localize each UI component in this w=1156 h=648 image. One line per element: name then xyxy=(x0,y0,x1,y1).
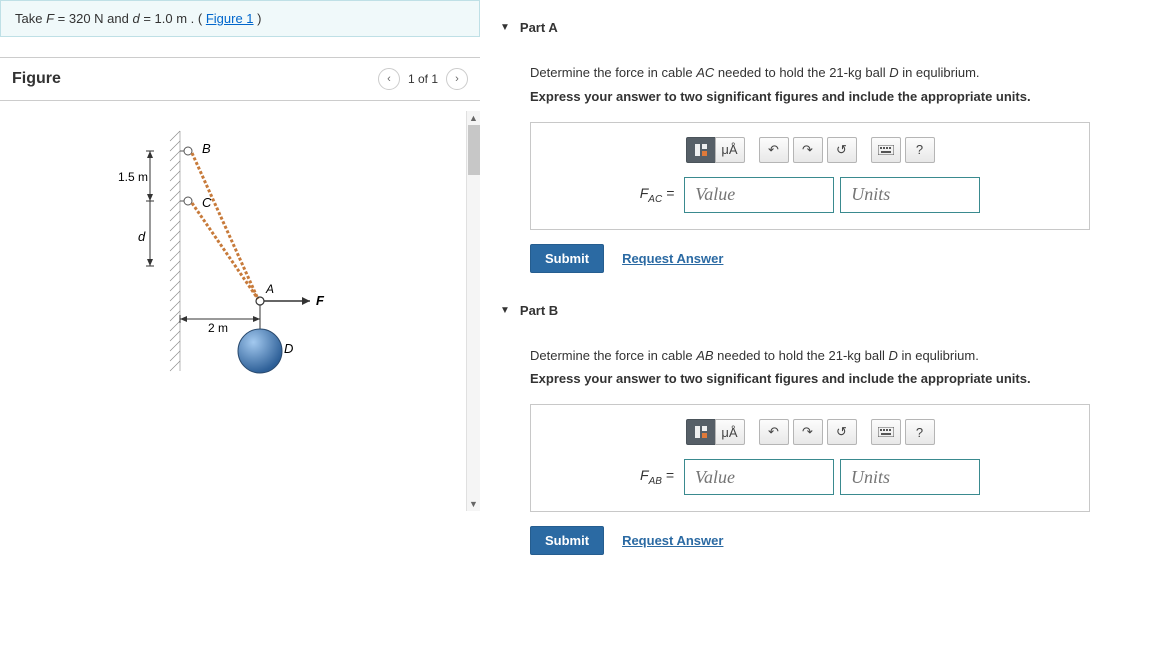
part-b-units-input[interactable] xyxy=(840,459,980,495)
svg-text:A: A xyxy=(265,282,274,296)
svg-text:2 m: 2 m xyxy=(208,321,228,335)
svg-text:B: B xyxy=(202,141,211,156)
help-button[interactable]: ? xyxy=(905,137,935,163)
figure-link[interactable]: Figure 1 xyxy=(206,11,254,26)
part-a-value-input[interactable] xyxy=(684,177,834,213)
part-b-instruction: Express your answer to two significant f… xyxy=(530,371,1136,386)
keyboard-icon[interactable] xyxy=(871,137,901,163)
instruction-text-4: ) xyxy=(257,11,261,26)
part-b-toolbar: μÅ ↶ ↷ ↺ ? xyxy=(545,419,1075,445)
part-b-prompt: Determine the force in cable AB needed t… xyxy=(530,346,1136,366)
pager-label: 1 of 1 xyxy=(408,72,438,86)
part-a-prompt: Determine the force in cable AC needed t… xyxy=(530,63,1136,83)
chevron-down-icon: ▼ xyxy=(500,305,510,316)
reset-icon[interactable]: ↺ xyxy=(827,419,857,445)
pager-prev-button[interactable]: ‹ xyxy=(378,68,400,90)
scroll-thumb[interactable] xyxy=(468,125,480,175)
scroll-up-icon[interactable]: ▲ xyxy=(467,111,480,125)
figure-scrollbar[interactable]: ▲ ▼ xyxy=(466,111,480,511)
part-b-request-answer-link[interactable]: Request Answer xyxy=(622,533,723,548)
instruction-box: Take F = 320 N and d = 1.0 m . ( Figure … xyxy=(0,0,480,37)
keyboard-icon[interactable] xyxy=(871,419,901,445)
part-a-variable: FAC = xyxy=(640,185,679,205)
templates-icon[interactable] xyxy=(686,419,716,445)
var-d: d xyxy=(132,11,139,26)
undo-icon[interactable]: ↶ xyxy=(759,419,789,445)
part-b-header[interactable]: ▼ Part B xyxy=(500,293,1136,328)
figure-body: B C A F D 1.5 m d xyxy=(0,111,480,511)
part-a-instruction: Express your answer to two significant f… xyxy=(530,89,1136,104)
scroll-down-icon[interactable]: ▼ xyxy=(467,497,480,511)
svg-text:d: d xyxy=(138,229,146,244)
units-button[interactable]: μÅ xyxy=(715,419,745,445)
part-a-units-input[interactable] xyxy=(840,177,980,213)
svg-text:1.5 m: 1.5 m xyxy=(118,170,148,184)
part-a-request-answer-link[interactable]: Request Answer xyxy=(622,251,723,266)
svg-text:D: D xyxy=(284,341,293,356)
reset-icon[interactable]: ↺ xyxy=(827,137,857,163)
svg-text:F: F xyxy=(316,293,325,308)
instruction-text-3: = 1.0 m . ( xyxy=(143,11,202,26)
undo-icon[interactable]: ↶ xyxy=(759,137,789,163)
part-a-answer-box: μÅ ↶ ↷ ↺ ? FAC = xyxy=(530,122,1090,230)
part-a-title: Part A xyxy=(520,20,558,35)
redo-icon[interactable]: ↷ xyxy=(793,137,823,163)
redo-icon[interactable]: ↷ xyxy=(793,419,823,445)
var-F: F xyxy=(46,11,54,26)
figure-pager: ‹ 1 of 1 › xyxy=(378,68,468,90)
part-b-title: Part B xyxy=(520,303,558,318)
units-button[interactable]: μÅ xyxy=(715,137,745,163)
part-b-value-input[interactable] xyxy=(684,459,834,495)
part-b-variable: FAB = xyxy=(640,467,678,487)
svg-text:C: C xyxy=(202,195,212,210)
part-a-header[interactable]: ▼ Part A xyxy=(500,10,1136,45)
part-a-submit-button[interactable]: Submit xyxy=(530,244,604,273)
figure-title: Figure xyxy=(12,70,61,88)
part-b-answer-box: μÅ ↶ ↷ ↺ ? FAB = xyxy=(530,404,1090,512)
part-b-submit-button[interactable]: Submit xyxy=(530,526,604,555)
help-button[interactable]: ? xyxy=(905,419,935,445)
pager-next-button[interactable]: › xyxy=(446,68,468,90)
templates-icon[interactable] xyxy=(686,137,716,163)
part-a-toolbar: μÅ ↶ ↷ ↺ ? xyxy=(545,137,1075,163)
instruction-text-2: = 320 N and xyxy=(58,11,133,26)
chevron-down-icon: ▼ xyxy=(500,22,510,33)
figure-diagram: B C A F D 1.5 m d xyxy=(110,111,370,401)
instruction-text-1: Take xyxy=(15,11,46,26)
